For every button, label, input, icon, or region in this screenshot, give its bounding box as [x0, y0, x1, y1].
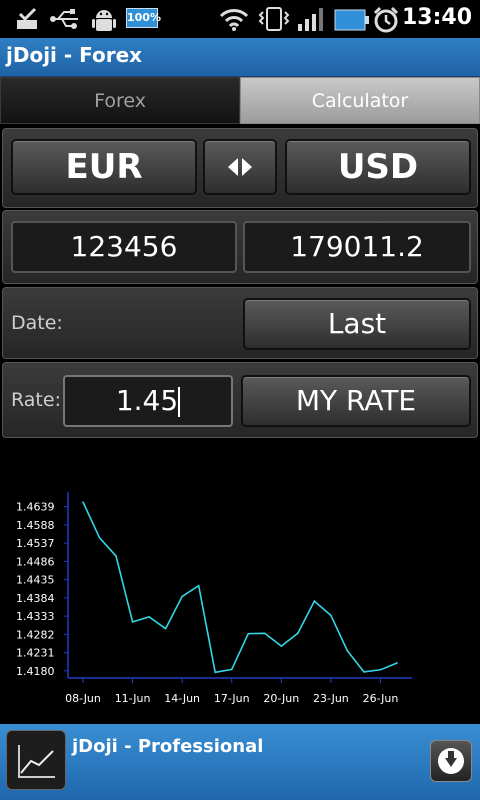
wifi-icon: [218, 6, 250, 36]
vibrate-icon: [256, 6, 292, 36]
rate-data-point: [115, 555, 117, 557]
from-amount-field[interactable]: 123456: [11, 221, 237, 273]
date-row: Date: Last: [2, 287, 478, 359]
swap-currency-button[interactable]: [203, 139, 277, 195]
rate-input[interactable]: 1.45: [63, 375, 233, 427]
my-rate-button[interactable]: MY RATE: [241, 375, 471, 427]
rate-data-point: [363, 671, 365, 673]
to-currency-button[interactable]: USD: [285, 139, 471, 195]
rate-data-point: [313, 600, 316, 602]
ad-title: jDoji - Professional: [72, 736, 264, 757]
rate-label: Rate:: [11, 389, 61, 411]
rate-data-point: [164, 627, 167, 630]
x-tick-label: 14-Jun: [164, 692, 200, 705]
x-tick-label: 26-Jun: [363, 692, 399, 705]
download-icon[interactable]: [430, 740, 472, 782]
notification-check-icon: [14, 6, 40, 36]
rate-data-point: [82, 501, 84, 503]
y-tick-label: 1.4333: [16, 610, 55, 623]
y-tick-label: 1.4180: [16, 665, 55, 678]
rate-chart-svg: 1.4639 1.4588 1.4537 1.4486 1.4435 1.4384 1.43…: [16, 492, 412, 705]
y-tick-label: 1.4639: [16, 501, 55, 514]
rate-history-chart: 1.4639 1.4588 1.4537 1.4486 1.4435 1.4384 1.43…: [0, 440, 480, 720]
rate-data-point: [346, 650, 349, 652]
rate-row: Rate: 1.45 MY RATE: [2, 362, 478, 438]
rate-data-point: [263, 632, 266, 635]
rate-data-point: [247, 632, 250, 635]
clock-time: 13:40: [401, 5, 472, 30]
rate-data-point: [230, 668, 233, 671]
x-tick-label: 08-Jun: [65, 692, 101, 705]
app-title-bar: jDoji - Forex: [0, 38, 480, 77]
x-tick-label: 23-Jun: [313, 692, 349, 705]
line-chart-icon: [6, 730, 66, 790]
android-debug-icon: [90, 6, 118, 38]
y-tick-label: 1.4384: [16, 592, 55, 605]
rate-data-point: [197, 584, 200, 587]
usb-icon: [50, 6, 82, 36]
status-bar: 100% 13:40: [0, 0, 480, 38]
x-tick-label: 20-Jun: [263, 692, 299, 705]
rate-data-point: [330, 614, 332, 617]
alarm-icon: [372, 6, 400, 38]
battery-full-icon: 100%: [126, 8, 161, 28]
text-cursor: [178, 387, 181, 417]
x-tick-label: 17-Jun: [214, 692, 250, 705]
from-currency-button[interactable]: EUR: [11, 139, 197, 195]
battery-percent-label: 100%: [126, 8, 161, 28]
x-tick-label: 11-Jun: [115, 692, 151, 705]
tab-forex[interactable]: Forex: [0, 77, 240, 124]
app-title: jDoji - Forex: [6, 43, 143, 67]
date-label: Date:: [11, 312, 63, 334]
signal-icon: [296, 6, 326, 36]
rate-data-point: [181, 595, 183, 598]
currency-pair-row: EUR USD: [2, 128, 478, 208]
amounts-row: 123456 179011.2: [2, 210, 478, 284]
battery-icon: [334, 9, 370, 35]
rate-data-point: [379, 668, 382, 671]
tab-bar: Forex Calculator: [0, 77, 480, 124]
rate-data-point: [98, 536, 101, 539]
y-tick-label: 1.4231: [16, 647, 55, 660]
y-tick-label: 1.4537: [16, 537, 55, 550]
rate-data-point: [131, 621, 134, 623]
date-select-button[interactable]: Last: [243, 298, 471, 350]
ad-banner[interactable]: jDoji - Professional: [0, 724, 480, 800]
rate-data-point: [148, 616, 150, 618]
swap-arrows-icon: [225, 156, 255, 182]
rate-data-point: [280, 645, 283, 647]
y-tick-label: 1.4588: [16, 519, 55, 532]
rate-data-point: [297, 632, 299, 635]
rate-series-line: [82, 501, 398, 674]
rate-data-point: [214, 671, 217, 674]
to-amount-field[interactable]: 179011.2: [243, 221, 471, 273]
y-tick-label: 1.4282: [16, 628, 55, 641]
y-tick-label: 1.4486: [16, 555, 55, 568]
rate-data-point: [396, 662, 398, 664]
rate-input-value: 1.45: [115, 384, 179, 417]
y-tick-label: 1.4435: [16, 574, 55, 587]
tab-calculator[interactable]: Calculator: [240, 77, 480, 124]
